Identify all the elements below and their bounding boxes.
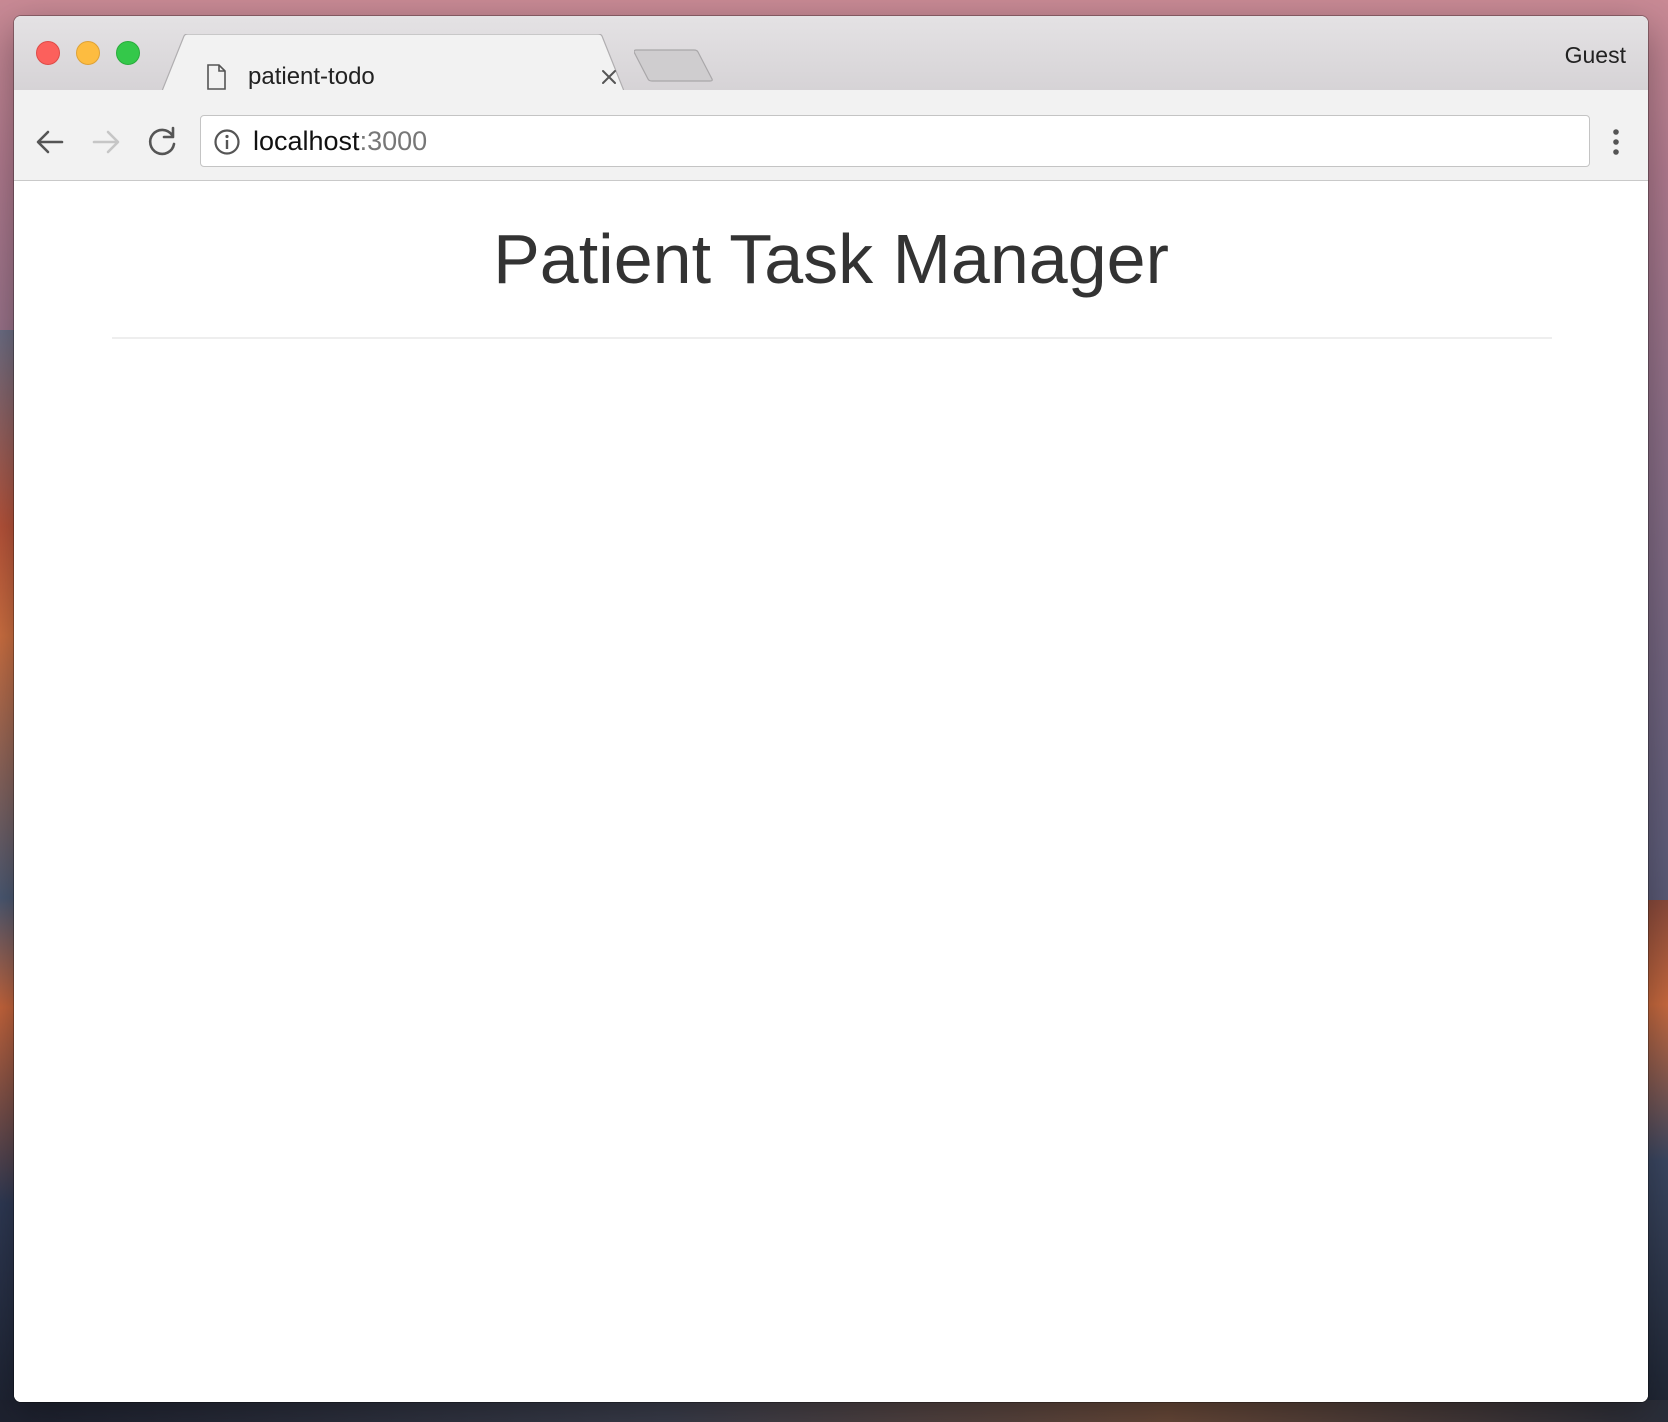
tab-title: patient-todo: [248, 63, 375, 90]
tab-shape: [162, 34, 624, 91]
browser-window: patient-todo Guest localhost:3000 Patien…: [14, 16, 1648, 1402]
browser-toolbar: localhost:3000: [14, 90, 1648, 181]
forward-arrow-icon[interactable]: [90, 126, 122, 158]
url-text: localhost:3000: [253, 126, 427, 157]
address-bar[interactable]: localhost:3000: [200, 115, 1590, 167]
new-tab-button[interactable]: [634, 48, 716, 82]
tab-close-icon[interactable]: [600, 68, 618, 86]
back-arrow-icon[interactable]: [34, 126, 66, 158]
page-title: Patient Task Manager: [493, 220, 1169, 298]
reload-icon[interactable]: [146, 126, 178, 158]
page-header-divider: [112, 337, 1552, 339]
desktop-wallpaper-right: [1648, 900, 1668, 1422]
window-close-button[interactable]: [36, 41, 60, 65]
desktop-wallpaper-bottom: [0, 1400, 1668, 1422]
window-minimize-button[interactable]: [76, 41, 100, 65]
url-host: localhost: [253, 126, 360, 156]
more-menu-icon[interactable]: [1606, 126, 1626, 158]
tab-patient-todo[interactable]: patient-todo: [162, 34, 624, 91]
window-maximize-button[interactable]: [116, 41, 140, 65]
profile-label[interactable]: Guest: [1565, 42, 1626, 69]
page-content: Patient Task Manager: [14, 181, 1648, 1402]
document-icon: [207, 64, 226, 90]
url-port: :3000: [359, 126, 428, 156]
info-icon[interactable]: [213, 128, 241, 156]
title-bar: patient-todo Guest: [14, 16, 1648, 91]
